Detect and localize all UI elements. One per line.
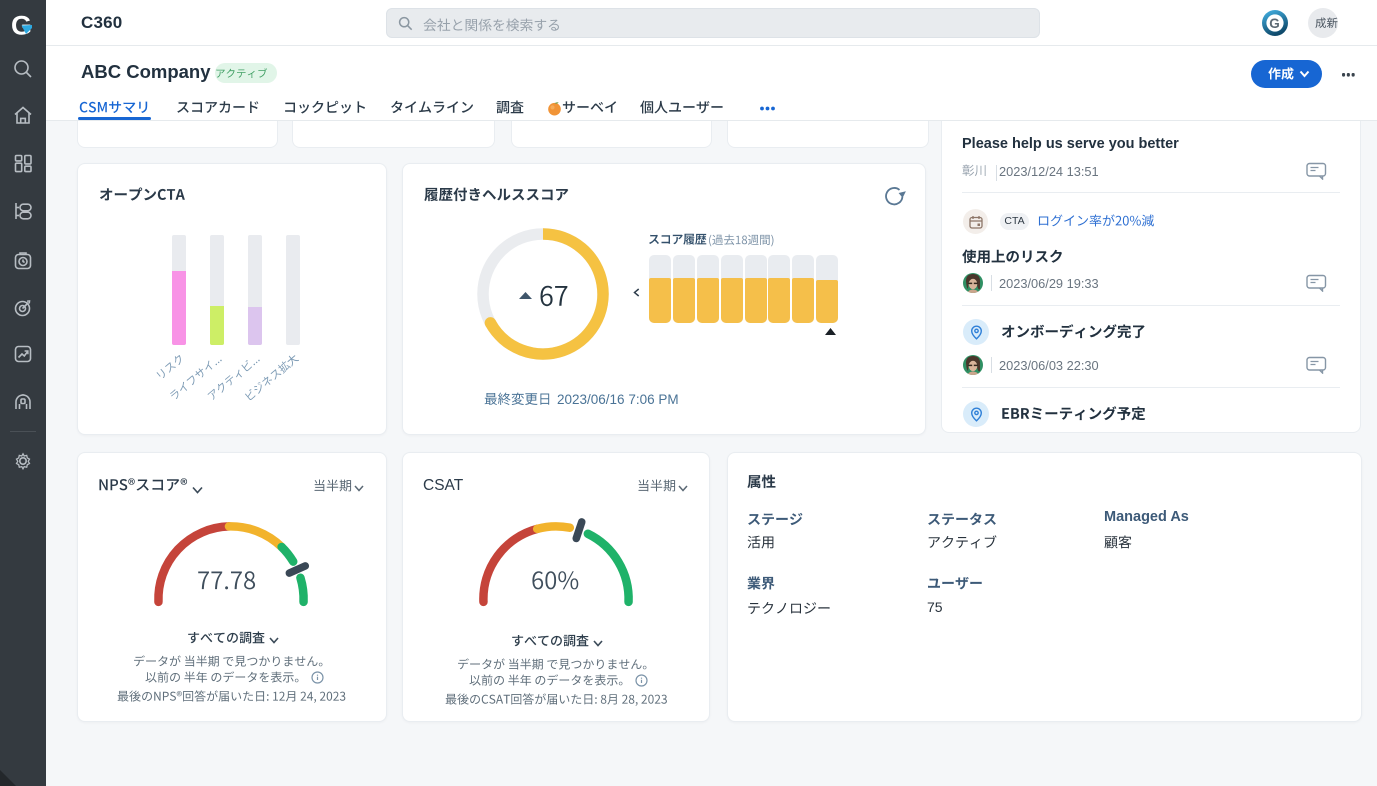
svg-text:G: G bbox=[1269, 16, 1280, 31]
